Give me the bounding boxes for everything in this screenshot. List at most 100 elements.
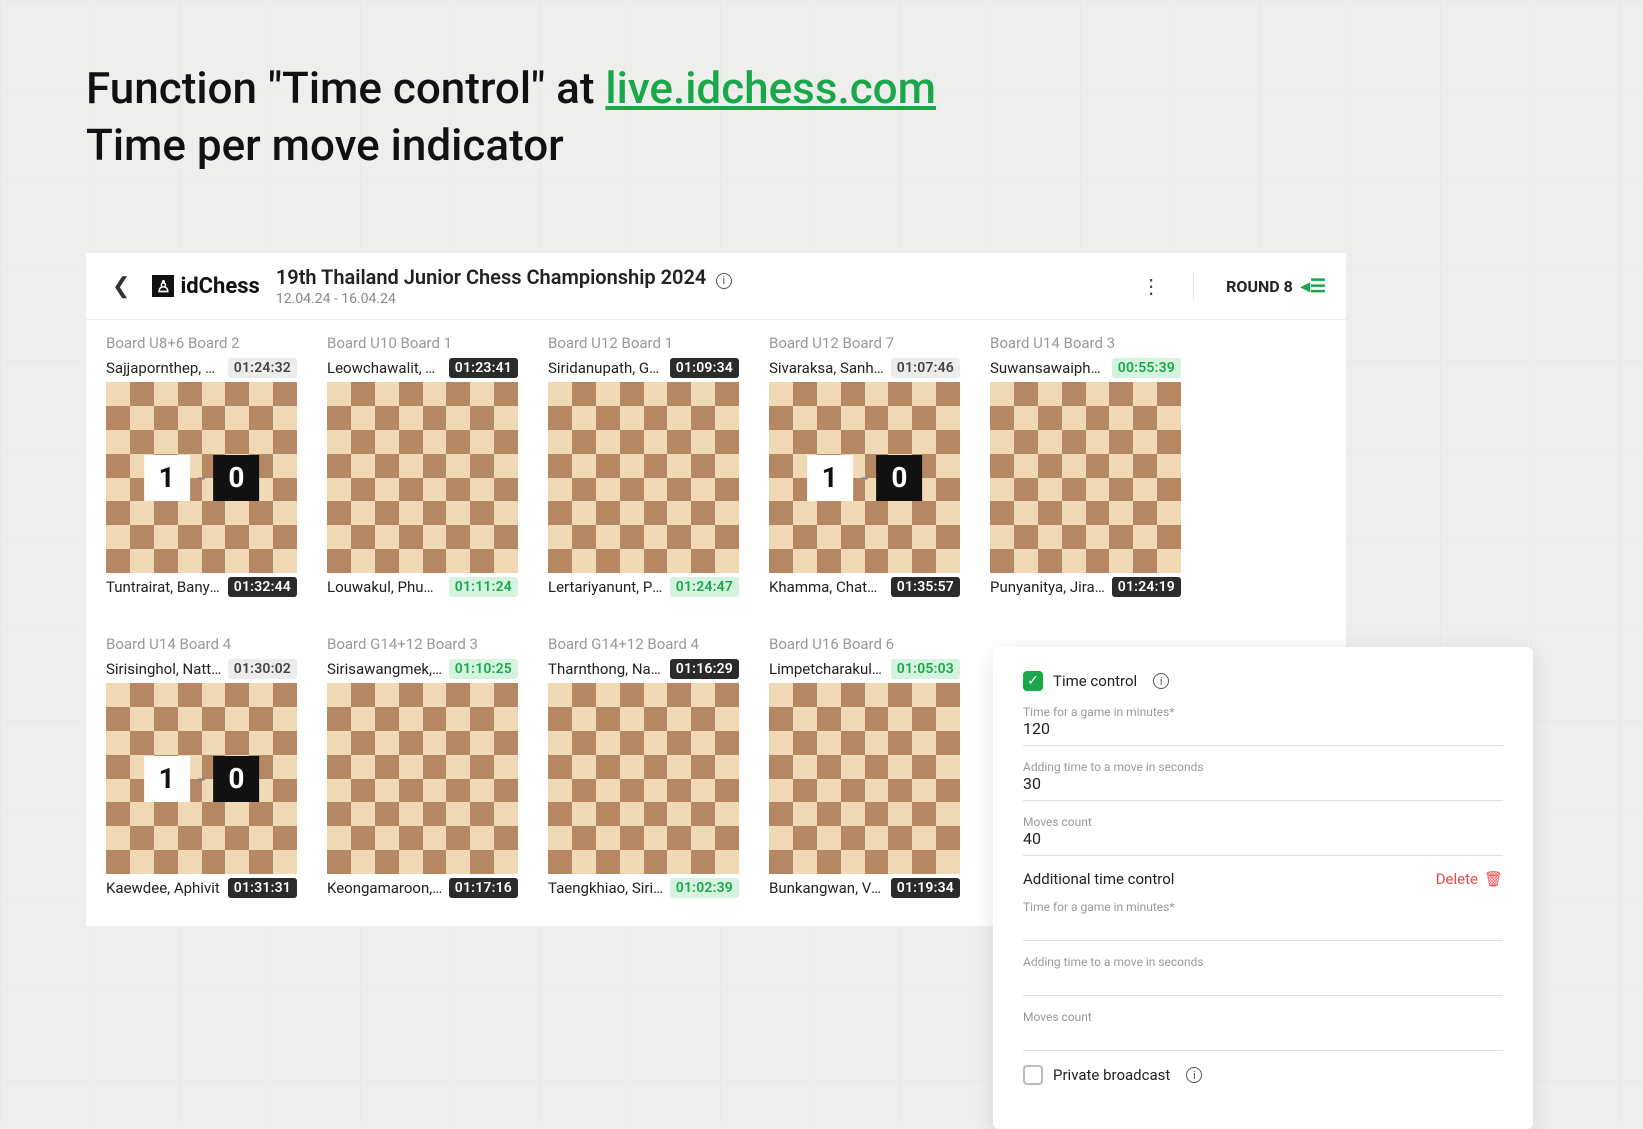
info-icon[interactable]: i — [1153, 673, 1169, 689]
tournament-dates: 12.04.24 - 16.04.24 — [276, 291, 732, 307]
player-clock: 01:16:29 — [670, 659, 739, 679]
settings-field[interactable]: Adding time to a move in seconds 30 — [1023, 760, 1503, 801]
player-clock: 01:07:46 — [891, 358, 960, 378]
board-card[interactable]: Board U16 Board 6 Limpetcharakul, N… 01:… — [769, 635, 960, 902]
bottom-player-row: Bunkangwan, Veer… 01:19:34 — [769, 878, 960, 898]
board-name: Board U14 Board 3 — [990, 334, 1181, 352]
player-clock: 01:30:02 — [228, 659, 297, 679]
field-value[interactable] — [1023, 914, 1503, 936]
field-label: Time for a game in minutes* — [1023, 900, 1503, 914]
app-topbar: ❮ ♙ idChess 19th Thailand Junior Chess C… — [86, 253, 1346, 320]
bottom-player-row: Punyanitya, Jirath 01:24:19 — [990, 577, 1181, 597]
board-card[interactable]: Board U12 Board 1 Siridanupath, Gavin 01… — [548, 334, 739, 601]
chess-board[interactable] — [769, 683, 960, 874]
board-card[interactable]: Board U10 Board 1 Leowchawalit, Tan… 01:… — [327, 334, 518, 601]
time-control-label: Time control — [1053, 672, 1137, 690]
player-clock: 01:24:47 — [670, 577, 739, 597]
top-player-row: Sivaraksa, Sanhawat 01:07:46 — [769, 358, 960, 378]
field-label: Moves count — [1023, 1010, 1503, 1024]
private-broadcast-checkbox[interactable] — [1023, 1065, 1043, 1085]
player-name: Louwakul, Phuwin — [327, 578, 443, 596]
player-clock: 01:10:25 — [449, 659, 518, 679]
title-link[interactable]: live.idchess.com — [605, 62, 936, 114]
private-broadcast-label: Private broadcast — [1053, 1066, 1170, 1084]
private-broadcast-row[interactable]: Private broadcast i — [1023, 1065, 1503, 1085]
player-name: Tharnthong, Nanna… — [548, 660, 664, 678]
player-name: Sirisawangmek, Na… — [327, 660, 443, 678]
board-name: Board U12 Board 7 — [769, 334, 960, 352]
field-value[interactable]: 30 — [1023, 774, 1503, 796]
settings-field[interactable]: Time for a game in minutes* — [1023, 900, 1503, 941]
player-clock: 01:24:19 — [1112, 577, 1181, 597]
logo-text: idChess — [180, 274, 259, 299]
player-name: Limpetcharakul, N… — [769, 660, 885, 678]
player-name: Siridanupath, Gavin — [548, 359, 664, 377]
top-player-row: Sajjapornthep, Jar… 01:24:32 — [106, 358, 297, 378]
chess-board[interactable] — [548, 683, 739, 874]
player-name: Punyanitya, Jirath — [990, 578, 1106, 596]
info-icon[interactable]: i — [1186, 1067, 1202, 1083]
player-name: Sivaraksa, Sanhawat — [769, 359, 885, 377]
chess-board[interactable] — [548, 382, 739, 573]
time-control-row[interactable]: ✓ Time control i — [1023, 671, 1503, 691]
player-name: Leowchawalit, Tan… — [327, 359, 443, 377]
field-value[interactable] — [1023, 969, 1503, 991]
top-player-row: Sirisinghol, Nattha… 01:30:02 — [106, 659, 297, 679]
settings-field[interactable]: Adding time to a move in seconds — [1023, 955, 1503, 996]
settings-panel: ✓ Time control i Time for a game in minu… — [993, 647, 1533, 1129]
kebab-menu[interactable]: ⋮ — [1125, 274, 1177, 298]
player-clock: 01:09:34 — [670, 358, 739, 378]
bottom-player-row: Louwakul, Phuwin 01:11:24 — [327, 577, 518, 597]
player-name: Sirisinghol, Nattha… — [106, 660, 222, 678]
back-button[interactable]: ❮ — [106, 274, 136, 299]
chess-board[interactable] — [327, 382, 518, 573]
board-card[interactable]: Board U8+6 Board 2 Sajjapornthep, Jar… 0… — [106, 334, 297, 601]
player-name: Keongamaroon, Ar… — [327, 879, 443, 897]
player-name: Suwansawaiphol, … — [990, 359, 1106, 377]
pawn-icon: ♙ — [152, 275, 174, 297]
time-control-checkbox[interactable]: ✓ — [1023, 671, 1043, 691]
title-prefix: Function "Time control" at — [86, 62, 605, 114]
field-value[interactable]: 40 — [1023, 829, 1503, 851]
round-menu-icon: ◂☰ — [1301, 276, 1326, 297]
settings-field[interactable]: Moves count — [1023, 1010, 1503, 1051]
delete-button[interactable]: Delete 🗑 — [1436, 870, 1503, 888]
chess-board[interactable]: 1-0 — [106, 683, 297, 874]
app-logo[interactable]: ♙ idChess — [152, 274, 259, 299]
board-card[interactable]: Board U14 Board 3 Suwansawaiphol, … 00:5… — [990, 334, 1181, 601]
settings-field[interactable]: Moves count 40 — [1023, 815, 1503, 856]
chess-board[interactable]: 1-0 — [769, 382, 960, 573]
score-overlay: 1-0 — [144, 756, 260, 802]
player-clock: 01:05:03 — [891, 659, 960, 679]
bottom-player-row: Khamma, Chatbhisit 01:35:57 — [769, 577, 960, 597]
info-icon[interactable]: i — [716, 273, 732, 289]
player-clock: 01:02:39 — [670, 878, 739, 898]
chess-board[interactable]: 1-0 — [106, 382, 297, 573]
field-label: Time for a game in minutes* — [1023, 705, 1503, 719]
player-name: Lertariyanunt, Peer… — [548, 578, 664, 596]
chess-board[interactable] — [327, 683, 518, 874]
chess-board[interactable] — [990, 382, 1181, 573]
board-name: Board U14 Board 4 — [106, 635, 297, 653]
field-value[interactable] — [1023, 1024, 1503, 1046]
top-player-row: Suwansawaiphol, … 00:55:39 — [990, 358, 1181, 378]
board-card[interactable]: Board U12 Board 7 Sivaraksa, Sanhawat 01… — [769, 334, 960, 601]
field-value[interactable]: 120 — [1023, 719, 1503, 741]
tournament-name: 19th Thailand Junior Chess Championship … — [276, 265, 707, 289]
board-name: Board U8+6 Board 2 — [106, 334, 297, 352]
player-clock: 00:55:39 — [1112, 358, 1181, 378]
player-clock: 01:17:16 — [449, 878, 518, 898]
bottom-player-row: Tuntrairat, Banyawat 01:32:44 — [106, 577, 297, 597]
player-name: Tuntrairat, Banyawat — [106, 578, 222, 596]
board-card[interactable]: Board G14+12 Board 3 Sirisawangmek, Na… … — [327, 635, 518, 902]
board-card[interactable]: Board U14 Board 4 Sirisinghol, Nattha… 0… — [106, 635, 297, 902]
settings-field[interactable]: Time for a game in minutes* 120 — [1023, 705, 1503, 746]
board-card[interactable]: Board G14+12 Board 4 Tharnthong, Nanna… … — [548, 635, 739, 902]
top-player-row: Limpetcharakul, N… 01:05:03 — [769, 659, 960, 679]
page-title: Function "Time control" at live.idchess.… — [86, 60, 936, 174]
player-name: Taengkhiao, Sirimon — [548, 879, 664, 897]
bottom-player-row: Lertariyanunt, Peer… 01:24:47 — [548, 577, 739, 597]
board-name: Board G14+12 Board 4 — [548, 635, 739, 653]
round-selector[interactable]: ROUND 8 ◂☰ — [1210, 276, 1326, 297]
player-clock: 01:31:31 — [228, 878, 297, 898]
